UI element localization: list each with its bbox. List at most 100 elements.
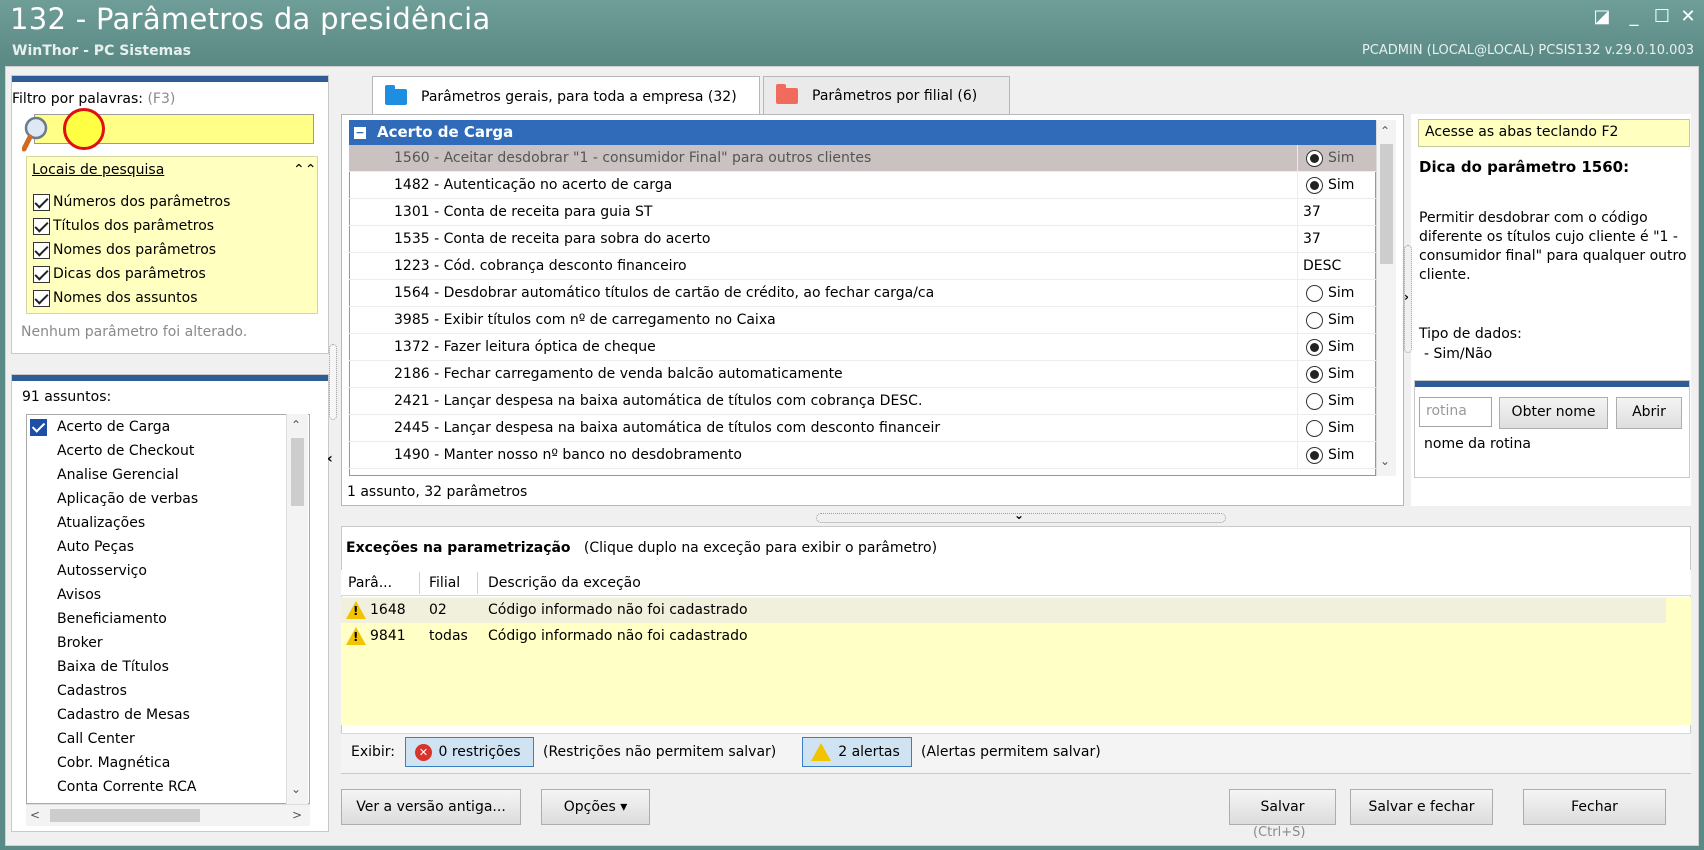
table-row[interactable]: 2445 - Lançar despesa na baixa automátic… bbox=[349, 415, 1565, 442]
table-row[interactable]: 1564 - Desdobrar automático títulos de c… bbox=[349, 280, 1565, 307]
hint-title: Dica do parâmetro 1560: bbox=[1419, 158, 1630, 176]
scroll-right-icon[interactable]: > bbox=[292, 808, 302, 822]
list-item[interactable]: Aplicação de verbas bbox=[57, 487, 198, 511]
parameter-value[interactable]: DESC bbox=[1303, 258, 1341, 274]
column-header[interactable]: Descrição da exceção bbox=[488, 575, 641, 591]
list-item[interactable]: Cadastro de Mesas bbox=[57, 703, 190, 727]
checkbox-icon[interactable] bbox=[33, 193, 50, 211]
checked-icon[interactable] bbox=[30, 419, 47, 436]
list-item[interactable]: Analise Gerencial bbox=[57, 463, 179, 487]
old-version-button[interactable]: Ver a versão antiga... bbox=[341, 789, 521, 825]
radio-sim[interactable] bbox=[1306, 177, 1323, 194]
list-item[interactable]: Acerto de Checkout bbox=[57, 439, 194, 463]
table-row[interactable]: 1372 - Fazer leitura óptica de cheque Sim… bbox=[349, 334, 1565, 361]
checkbox-icon[interactable] bbox=[33, 289, 50, 307]
abrir-button[interactable]: Abrir bbox=[1616, 397, 1682, 429]
table-row[interactable]: 1490 - Manter nosso nº banco no desdobra… bbox=[349, 442, 1565, 469]
table-row[interactable]: 2186 - Fechar carregamento de venda balc… bbox=[349, 361, 1565, 388]
table-row[interactable]: 9841 todas Código informado não foi cada… bbox=[341, 624, 1666, 649]
subjects-list[interactable]: Acerto de Carga Acerto de Checkout Anali… bbox=[26, 414, 310, 804]
alerts-button[interactable]: 2 alertas bbox=[802, 737, 912, 767]
table-row[interactable]: 2421 - Lançar despesa na baixa automátic… bbox=[349, 388, 1565, 415]
list-item[interactable]: Baixa de Títulos bbox=[57, 655, 169, 679]
scroll-down-icon[interactable]: ⌄ bbox=[291, 782, 301, 796]
scroll-left-icon[interactable]: < bbox=[30, 808, 40, 822]
collapse-group-icon[interactable]: − bbox=[354, 127, 366, 139]
table-row[interactable]: 1482 - Autenticação no acerto de carga Si… bbox=[349, 172, 1565, 199]
list-item[interactable]: Broker bbox=[57, 631, 103, 655]
table-row[interactable]: 1648 02 Código informado não foi cadastr… bbox=[341, 598, 1666, 623]
radio-label: Sim bbox=[1328, 150, 1355, 166]
vertical-splitter[interactable] bbox=[329, 344, 337, 420]
minimize-button[interactable]: _ bbox=[1622, 6, 1646, 28]
radio-sim[interactable] bbox=[1306, 447, 1323, 464]
restrictions-button[interactable]: ✕ 0 restrições bbox=[405, 737, 534, 767]
table-row[interactable]: 1223 - Cód. cobrança desconto financeiro… bbox=[349, 253, 1542, 290]
rotina-name: nome da rotina bbox=[1424, 436, 1531, 452]
option-titulos[interactable]: Títulos dos parâmetros bbox=[33, 215, 214, 237]
chevron-down-icon[interactable]: ⌄ bbox=[1014, 508, 1024, 522]
chevron-left-icon[interactable]: ‹ bbox=[327, 451, 333, 467]
radio-sim[interactable] bbox=[1306, 393, 1323, 410]
collapse-icon[interactable]: ⌃⌃ bbox=[293, 162, 316, 178]
option-numeros[interactable]: Números dos parâmetros bbox=[33, 191, 230, 213]
list-item[interactable]: Auto Peças bbox=[57, 535, 134, 559]
scroll-up-icon[interactable]: ⌃ bbox=[291, 418, 301, 432]
table-row[interactable]: 3985 - Exibir títulos com nº de carregam… bbox=[349, 307, 1565, 334]
subjects-horizontal-scrollbar[interactable]: < > bbox=[26, 804, 310, 826]
search-locations-title[interactable]: Locais de pesquisa bbox=[32, 162, 164, 178]
parameter-value[interactable]: 37 bbox=[1303, 204, 1321, 220]
grid-vertical-scrollbar[interactable]: ⌃ ⌄ bbox=[1376, 120, 1396, 476]
tab-parametros-filial[interactable]: Parâmetros por filial (6) bbox=[763, 76, 1010, 114]
option-assuntos[interactable]: Nomes dos assuntos bbox=[33, 287, 198, 309]
table-row[interactable]: 1301 - Conta de receita para guia ST37··… bbox=[349, 199, 1546, 252]
obter-nome-button[interactable]: Obter nome bbox=[1499, 397, 1608, 429]
scroll-down-icon[interactable]: ⌄ bbox=[1380, 454, 1390, 468]
grid-status: 1 assunto, 32 parâmetros bbox=[347, 484, 528, 500]
list-item[interactable]: Conta Corrente RCA bbox=[57, 775, 196, 799]
save-close-button[interactable]: Salvar e fechar bbox=[1350, 789, 1493, 825]
error-icon: ✕ bbox=[415, 744, 432, 761]
parameter-value[interactable]: 37 bbox=[1303, 231, 1321, 247]
radio-sim[interactable] bbox=[1306, 312, 1323, 329]
close-window-button[interactable]: ✕ bbox=[1676, 6, 1700, 28]
close-button[interactable]: Fechar bbox=[1523, 789, 1666, 825]
list-item[interactable]: Cadastros bbox=[57, 679, 127, 703]
list-item[interactable]: Autosserviço bbox=[57, 559, 147, 583]
table-row[interactable]: 1560 - Aceitar desdobrar "1 - consumidor… bbox=[349, 145, 1565, 172]
list-item[interactable]: Avisos bbox=[57, 583, 101, 607]
maximize-button[interactable]: ☐ bbox=[1650, 6, 1674, 28]
radio-sim[interactable] bbox=[1306, 150, 1323, 167]
column-header[interactable]: Parâ... bbox=[348, 575, 392, 591]
list-item[interactable]: Acerto de Carga bbox=[57, 415, 170, 439]
option-dicas[interactable]: Dicas dos parâmetros bbox=[33, 263, 206, 285]
chevron-right-icon[interactable]: › bbox=[1404, 290, 1409, 304]
rotina-input[interactable]: rotina bbox=[1419, 397, 1492, 427]
parameter-label: 1301 - Conta de receita para guia ST bbox=[394, 204, 653, 220]
scroll-thumb[interactable] bbox=[291, 438, 304, 506]
checkbox-icon[interactable] bbox=[33, 217, 50, 235]
checkbox-icon[interactable] bbox=[33, 265, 50, 283]
checkbox-icon[interactable] bbox=[33, 241, 50, 259]
radio-sim[interactable] bbox=[1306, 420, 1323, 437]
radio-sim[interactable] bbox=[1306, 285, 1323, 302]
option-nomes[interactable]: Nomes dos parâmetros bbox=[33, 239, 216, 261]
subjects-vertical-scrollbar[interactable]: ⌃ ⌄ bbox=[286, 414, 308, 804]
radio-label: Sim bbox=[1328, 393, 1355, 409]
column-header[interactable]: Filial bbox=[429, 575, 460, 591]
restore-icon[interactable]: ◪ bbox=[1590, 6, 1614, 28]
radio-sim[interactable] bbox=[1306, 366, 1323, 383]
radio-sim[interactable] bbox=[1306, 339, 1323, 356]
list-item[interactable]: Cobr. Magnética bbox=[57, 751, 170, 775]
table-row[interactable]: 1535 - Conta de receita para sobra do ac… bbox=[349, 226, 1546, 279]
group-header[interactable]: Acerto de Carga bbox=[349, 120, 1376, 145]
save-button[interactable]: Salvar bbox=[1229, 789, 1336, 825]
list-item[interactable]: Atualizações bbox=[57, 511, 145, 535]
list-item[interactable]: Beneficiamento bbox=[57, 607, 167, 631]
scroll-thumb[interactable] bbox=[50, 809, 200, 822]
list-item[interactable]: Call Center bbox=[57, 727, 135, 751]
tab-parametros-gerais[interactable]: Parâmetros gerais, para toda a empresa (… bbox=[372, 76, 760, 116]
options-button[interactable]: Opções ▾ bbox=[541, 789, 650, 825]
scroll-thumb[interactable] bbox=[1380, 144, 1393, 264]
scroll-up-icon[interactable]: ⌃ bbox=[1380, 124, 1390, 138]
